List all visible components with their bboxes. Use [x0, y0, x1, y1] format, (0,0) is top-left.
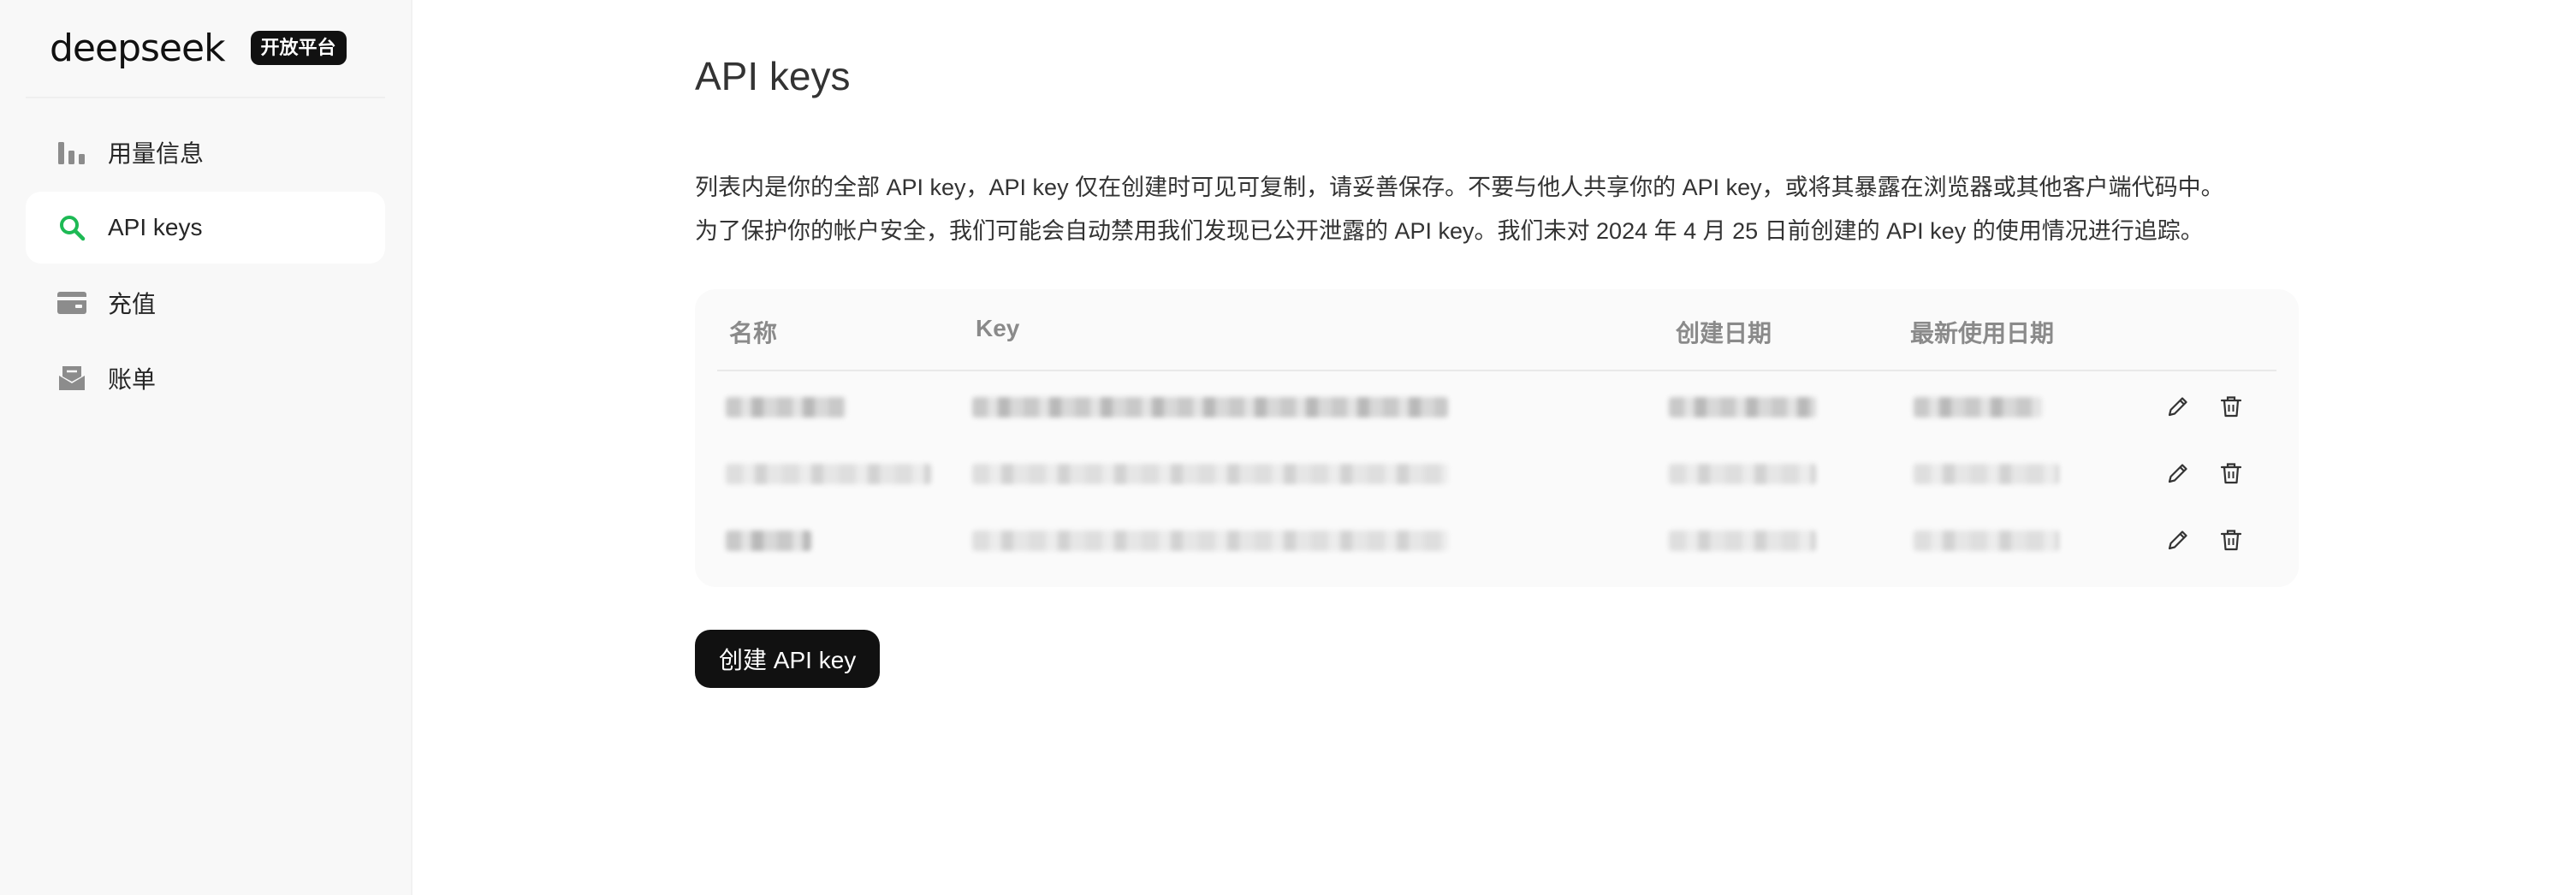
- table-header: 名称 Key 创建日期 最新使用日期: [717, 289, 2276, 371]
- table-row: [717, 440, 2276, 507]
- description-line: 列表内是你的全部 API key，API key 仅在创建时可见可复制，请妥善保…: [695, 175, 2224, 200]
- redacted-key-name: [726, 464, 931, 484]
- edit-icon[interactable]: [2163, 525, 2193, 554]
- sidebar-nav: 用量信息 API keys 充值 账单: [26, 116, 385, 418]
- table-body: [717, 373, 2276, 573]
- page-description: 列表内是你的全部 API key，API key 仅在创建时可见可复制，请妥善保…: [695, 166, 2492, 253]
- inbox-icon: [56, 363, 87, 394]
- redacted-key-name: [726, 530, 811, 551]
- sidebar-item-label: 充值: [108, 291, 157, 317]
- row-actions: [2163, 392, 2246, 421]
- api-keys-table: 名称 Key 创建日期 最新使用日期: [695, 289, 2299, 587]
- row-actions: [2163, 459, 2246, 488]
- main-content: API keys 列表内是你的全部 API key，API key 仅在创建时可…: [413, 0, 2576, 895]
- wallet-icon: [56, 287, 87, 318]
- redacted-created-date: [1669, 464, 1816, 484]
- sidebar-item-label: API keys: [108, 214, 203, 240]
- redacted-key-value: [972, 397, 1448, 418]
- edit-icon[interactable]: [2163, 392, 2193, 421]
- redacted-last-used-date: [1914, 464, 2059, 484]
- app-root: deepseek 开放平台 用量信息 API keys 充值 账单 API ke…: [0, 0, 2576, 895]
- redacted-last-used-date: [1914, 530, 2059, 551]
- sidebar-divider: [26, 97, 385, 98]
- redacted-last-used-date: [1914, 397, 2042, 418]
- sidebar-item-billing[interactable]: 账单: [26, 342, 385, 414]
- page-title: API keys: [695, 54, 851, 98]
- create-api-key-button[interactable]: 创建 API key: [695, 630, 881, 688]
- row-actions: [2163, 525, 2246, 554]
- delete-icon[interactable]: [2217, 392, 2246, 421]
- sidebar-item-label: 用量信息: [108, 140, 205, 167]
- description-line: 为了保护你的帐户安全，我们可能会自动禁用我们发现已公开泄露的 API key。我…: [695, 218, 2204, 244]
- sidebar-item-usage[interactable]: 用量信息: [26, 116, 385, 188]
- column-header-key: Key: [976, 315, 1020, 341]
- delete-icon[interactable]: [2217, 459, 2246, 488]
- sidebar-item-recharge[interactable]: 充值: [26, 267, 385, 339]
- delete-icon[interactable]: [2217, 525, 2246, 554]
- table-row: [717, 507, 2276, 573]
- brand-badge: 开放平台: [250, 31, 347, 65]
- brand[interactable]: deepseek 开放平台: [50, 24, 347, 72]
- column-header-last-used: 最新使用日期: [1910, 320, 2055, 347]
- bar-chart-icon: [56, 137, 87, 168]
- sidebar-item-api-keys[interactable]: API keys: [26, 192, 385, 264]
- search-key-icon: [56, 212, 87, 243]
- column-header-name: 名称: [729, 320, 778, 347]
- column-header-created: 创建日期: [1676, 320, 1772, 347]
- redacted-created-date: [1669, 397, 1816, 418]
- redacted-key-value: [972, 530, 1448, 551]
- redacted-key-value: [972, 464, 1448, 484]
- sidebar: deepseek 开放平台 用量信息 API keys 充值 账单: [0, 0, 413, 895]
- sidebar-item-label: 账单: [108, 366, 157, 393]
- brand-logo: deepseek: [50, 26, 226, 70]
- table-row: [717, 373, 2276, 440]
- redacted-created-date: [1669, 530, 1816, 551]
- edit-icon[interactable]: [2163, 459, 2193, 488]
- redacted-key-name: [726, 397, 846, 418]
